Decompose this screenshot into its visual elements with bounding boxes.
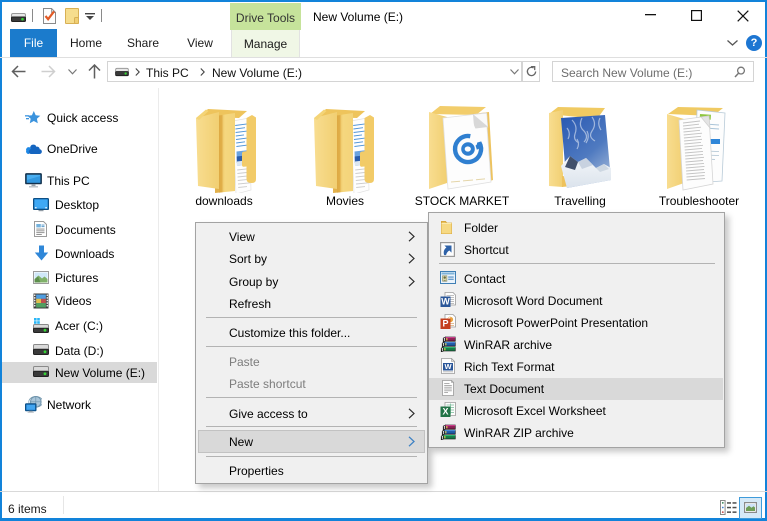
svg-text:W: W [444, 362, 452, 371]
svg-text:X: X [442, 407, 448, 417]
svg-text:W: W [441, 297, 450, 307]
svg-text:P: P [442, 319, 448, 329]
